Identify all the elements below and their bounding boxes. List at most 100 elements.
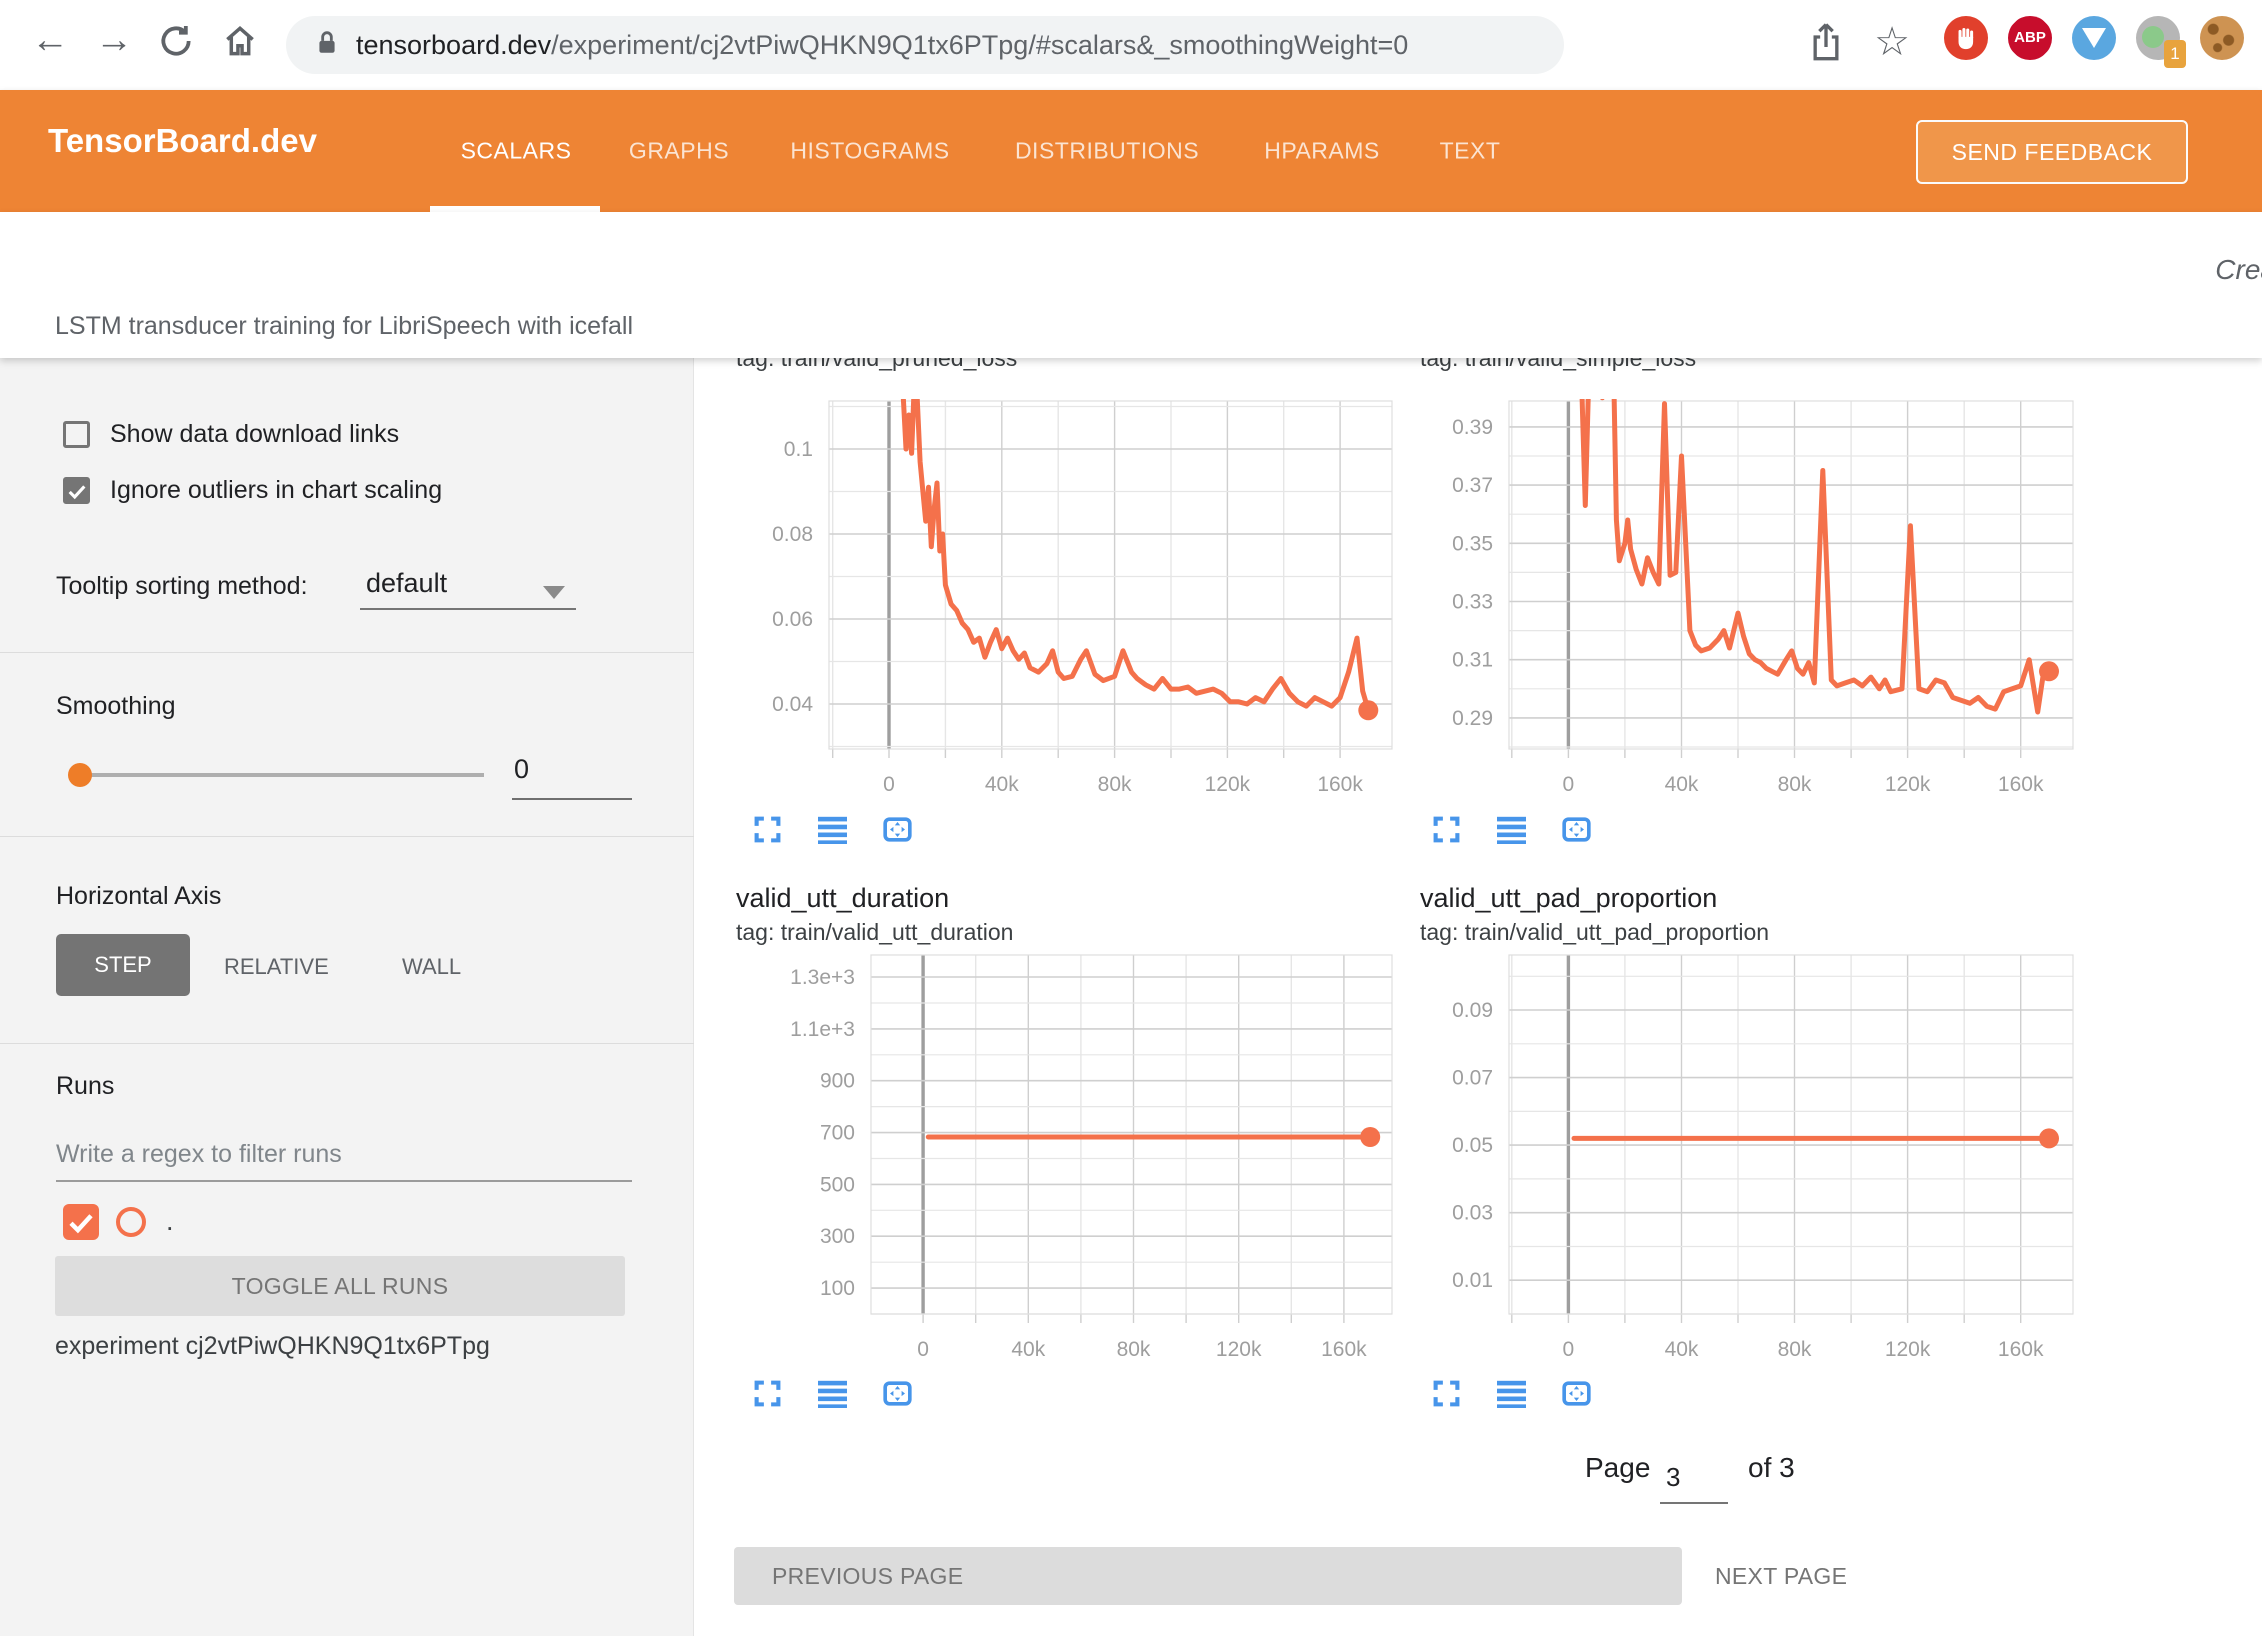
url-text: tensorboard.dev/experiment/cj2vtPiwQHKN9… [356,30,1408,61]
smoothing-label: Smoothing [56,692,176,721]
chart-valid-pruned-loss[interactable]: 0.040.060.080.1040k80k120k160k [829,401,1392,749]
cookie-extension-icon[interactable] [2200,16,2244,60]
svg-text:0.39: 0.39 [1452,416,1493,439]
home-icon[interactable] [214,14,266,66]
svg-text:0: 0 [883,773,895,796]
checkbox-checked-icon[interactable] [63,477,90,504]
log-scale-icon[interactable] [818,1379,847,1408]
svg-text:0.33: 0.33 [1452,591,1493,614]
svg-text:500: 500 [820,1173,855,1196]
page-input-underline [1660,1502,1728,1504]
svg-text:80k: 80k [1117,1338,1151,1361]
svg-text:0: 0 [917,1338,929,1361]
smoothing-slider-thumb[interactable] [68,763,92,787]
next-page-button[interactable]: NEXT PAGE [1715,1547,1847,1605]
toggle-all-runs-button[interactable]: TOGGLE ALL RUNS [55,1256,625,1316]
subheader: Crea LSTM transducer training for LibriS… [0,212,2262,358]
chevron-down-icon[interactable] [543,586,565,599]
browser-chrome: ← → tensorboard.dev/experiment/cj2vtPiwQ… [0,0,2262,90]
experiment-description: LSTM transducer training for LibriSpeech… [55,312,633,341]
fit-domain-icon[interactable] [883,1379,912,1408]
tab-histograms[interactable]: HISTOGRAMS [790,138,949,165]
svg-text:40k: 40k [1011,1338,1045,1361]
forward-icon[interactable]: → [88,14,140,66]
previous-page-button[interactable]: PREVIOUS PAGE [734,1547,1682,1605]
tab-scalars[interactable]: SCALARS [461,138,572,165]
svg-text:0.07: 0.07 [1452,1067,1493,1090]
send-feedback-button[interactable]: SEND FEEDBACK [1916,120,2188,184]
clipped-chart-tag: tag: train/valid_pruned_loss [736,358,1296,373]
chart-title: valid_utt_duration [736,883,949,914]
abp-extension-icon[interactable]: ABP [2008,16,2052,60]
log-scale-icon[interactable] [818,815,847,844]
fit-domain-icon[interactable] [1562,1379,1591,1408]
tensorboard-logo[interactable]: TensorBoard.dev [48,122,317,160]
log-scale-icon[interactable] [1497,1379,1526,1408]
svg-text:160k: 160k [1998,1338,2044,1361]
chart-toolbar [753,1379,912,1408]
svg-text:120k: 120k [1885,773,1931,796]
fit-domain-icon[interactable] [1562,815,1591,844]
chart-tag: tag: train/valid_utt_duration [736,919,1013,946]
sidebar-divider [0,652,694,653]
chart-valid-utt-duration[interactable]: 1003005007009001.1e+31.3e+3040k80k120k16… [871,955,1392,1314]
log-scale-icon[interactable] [1497,815,1526,844]
svg-text:160k: 160k [1321,1338,1367,1361]
svg-text:0: 0 [1563,1338,1575,1361]
smoothing-slider-track[interactable] [80,773,484,777]
fullscreen-icon[interactable] [1432,1379,1461,1408]
svg-text:0.08: 0.08 [772,523,813,546]
svg-text:80k: 80k [1778,773,1812,796]
tab-hparams[interactable]: HPARAMS [1264,138,1380,165]
svg-text:700: 700 [820,1122,855,1145]
fullscreen-icon[interactable] [753,815,782,844]
svg-text:0.06: 0.06 [772,608,813,631]
fullscreen-icon[interactable] [753,1379,782,1408]
tensorboard-header: TensorBoard.dev SCALARS GRAPHS HISTOGRAM… [0,90,2262,212]
checkbox-unchecked-icon[interactable] [63,421,90,448]
show-download-links-checkbox-row[interactable]: Show data download links [63,420,399,449]
page-number-input[interactable]: 3 [1666,1462,1680,1493]
fit-domain-icon[interactable] [883,815,912,844]
svg-text:120k: 120k [1885,1338,1931,1361]
profile-extension-icon[interactable]: 1 [2136,16,2180,60]
ignore-outliers-label: Ignore outliers in chart scaling [110,476,442,505]
clipped-chart-tag: tag: train/valid_simple_loss [1420,358,1980,373]
url-bar[interactable]: tensorboard.dev/experiment/cj2vtPiwQHKN9… [286,16,1564,74]
horizontal-axis-label: Horizontal Axis [56,882,221,911]
smoothing-value-underline [512,798,632,800]
runs-filter-input[interactable]: Write a regex to filter runs [56,1140,342,1169]
fullscreen-icon[interactable] [1432,815,1461,844]
reload-icon[interactable] [150,14,202,66]
svg-text:0.29: 0.29 [1452,707,1493,730]
tooltip-sorting-dropdown[interactable]: default [366,568,447,599]
back-icon[interactable]: ← [24,14,76,66]
run-name: . [166,1206,174,1237]
sidebar-divider [0,836,694,837]
svg-text:0.03: 0.03 [1452,1202,1493,1225]
svg-text:100: 100 [820,1277,855,1300]
svg-text:0.09: 0.09 [1452,999,1493,1022]
share-icon[interactable] [1806,20,1850,64]
chart-toolbar [1432,1379,1591,1408]
axis-relative-button[interactable]: RELATIVE [224,954,329,980]
sidebar-divider [0,1043,694,1044]
svg-text:0.01: 0.01 [1452,1269,1493,1292]
profile-dot [2142,26,2164,48]
axis-step-button[interactable]: STEP [56,934,190,996]
run-color-circle-icon[interactable] [116,1207,146,1237]
smoothing-value[interactable]: 0 [514,754,529,785]
v-extension-icon[interactable] [2072,16,2116,60]
tab-graphs[interactable]: GRAPHS [629,138,729,165]
ignore-outliers-checkbox-row[interactable]: Ignore outliers in chart scaling [63,476,442,505]
chart-valid-simple-loss[interactable]: 0.290.310.330.350.370.39040k80k120k160k [1509,401,2073,749]
profile-badge: 1 [2164,40,2186,68]
tab-text[interactable]: TEXT [1440,138,1501,165]
run-checkbox-checked[interactable] [63,1204,99,1240]
svg-text:40k: 40k [1665,1338,1699,1361]
bookmark-star-icon[interactable]: ☆ [1870,20,1914,64]
adblock-hand-extension-icon[interactable] [1944,16,1988,60]
axis-wall-button[interactable]: WALL [402,954,461,980]
tab-distributions[interactable]: DISTRIBUTIONS [1015,138,1199,165]
chart-valid-utt-pad-proportion[interactable]: 0.010.030.050.070.09040k80k120k160k [1509,955,2073,1314]
